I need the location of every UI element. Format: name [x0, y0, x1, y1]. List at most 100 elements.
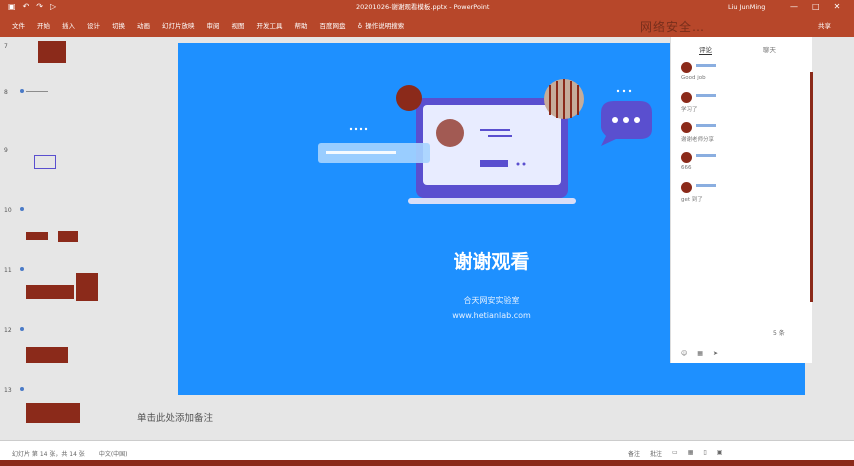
slideshow-view-icon[interactable]: ▣	[717, 449, 723, 458]
slide-number: 9	[4, 147, 8, 154]
thumbnail-preview	[26, 285, 74, 299]
avatar	[681, 92, 692, 103]
screen-text-line	[488, 135, 512, 137]
avatar	[681, 152, 692, 163]
chat-text: 学习了	[681, 107, 698, 113]
minimize-button[interactable]: —	[790, 2, 798, 12]
tell-me-search[interactable]: ♁ 操作说明搜索	[352, 21, 411, 31]
save-icon[interactable]: ▣	[8, 2, 16, 12]
tab-view[interactable]: 视图	[226, 21, 251, 31]
undo-icon[interactable]: ↶	[23, 2, 30, 12]
chat-text: Good job	[681, 75, 706, 81]
laptop-base	[408, 198, 576, 204]
slide-thumbnail[interactable]: 9	[0, 141, 112, 187]
thumbnail-preview	[38, 41, 66, 63]
tab-chat[interactable]: 聊天	[763, 44, 776, 54]
comments-button[interactable]: 批注	[650, 449, 662, 458]
language-indicator[interactable]: 中文(中国)	[99, 449, 128, 458]
document-title: 20201026-谢谢观看模板.pptx - PowerPoint	[356, 3, 490, 11]
tab-transitions[interactable]: 切换	[106, 21, 131, 31]
sorter-view-icon[interactable]: ▦	[688, 449, 694, 458]
chat-text: 666	[681, 165, 692, 171]
emoji-icon[interactable]: ☺	[681, 350, 687, 357]
thumbnail-preview	[26, 347, 68, 363]
tab-slideshow[interactable]: 幻灯片放映	[156, 21, 201, 31]
avatar	[681, 122, 692, 133]
chat-count: 5 条	[773, 330, 785, 337]
window-controls: — □ ✕	[790, 2, 840, 12]
close-button[interactable]: ✕	[834, 2, 841, 12]
animation-star-icon	[20, 327, 24, 331]
tab-home[interactable]: 开始	[31, 21, 56, 31]
avatar	[681, 62, 692, 73]
animation-star-icon	[20, 387, 24, 391]
slide-number: 7	[4, 43, 8, 50]
tab-animations[interactable]: 动画	[131, 21, 156, 31]
chat-username	[696, 154, 716, 157]
chat-scrollbar[interactable]	[810, 72, 813, 302]
chat-bubble-icon	[601, 101, 652, 146]
screen-dot	[522, 162, 526, 166]
slide-number: 8	[4, 89, 8, 96]
share-button[interactable]: 共享	[818, 21, 831, 31]
animation-star-icon	[20, 207, 24, 211]
chat-username	[696, 94, 716, 97]
thumbnail-preview	[34, 155, 56, 169]
ribbon: 文件 开始 插入 设计 切换 动画 幻灯片放映 审阅 视图 开发工具 帮助 百度…	[0, 15, 854, 37]
tab-review[interactable]: 审阅	[201, 21, 226, 31]
notes-placeholder[interactable]: 单击此处添加备注	[137, 410, 213, 424]
account-name[interactable]: Liu JunMing	[728, 2, 765, 12]
slide-thumbnail[interactable]: 11	[0, 261, 112, 307]
bottom-strip	[0, 460, 854, 466]
chat-toolbar: ☺ ▦ ➤	[681, 350, 718, 357]
tab-baidu[interactable]: 百度网盘	[314, 21, 352, 31]
tab-comments[interactable]: 评论	[699, 44, 712, 55]
reading-view-icon[interactable]: ▯	[703, 449, 706, 458]
slide-number: 10	[4, 207, 12, 214]
chat-username	[696, 124, 716, 127]
slide-thumbnail-pane[interactable]: 7 8 9 10 11 12 13	[0, 37, 112, 440]
present-icon[interactable]: ▷	[50, 2, 56, 12]
animation-star-icon	[20, 89, 24, 93]
title-bar: ▣ ↶ ↷ ▷ 20201026-谢谢观看模板.pptx - PowerPoin…	[0, 0, 854, 15]
tell-me-label: 操作说明搜索	[365, 22, 405, 30]
chat-text: 谢谢老师分享	[681, 137, 715, 143]
watermark: 网络安全…	[640, 20, 706, 34]
thumbnail-preview	[26, 232, 48, 240]
tab-help[interactable]: 帮助	[289, 21, 314, 31]
slide-counter: 幻灯片 第 14 张，共 14 张	[12, 451, 85, 458]
slide-thumbnail[interactable]: 7	[0, 37, 112, 83]
status-right: 备注 批注 ▭ ▦ ▯ ▣	[628, 449, 722, 458]
send-icon[interactable]: ➤	[713, 350, 718, 357]
chat-text: get 到了	[681, 197, 703, 203]
tab-developer[interactable]: 开发工具	[251, 21, 289, 31]
thumbnail-preview	[76, 273, 98, 301]
chat-username	[696, 184, 716, 187]
slide-thumbnail[interactable]: 10	[0, 201, 112, 247]
maximize-button[interactable]: □	[812, 2, 820, 12]
decor-ball	[396, 85, 422, 111]
tab-insert[interactable]: 插入	[56, 21, 81, 31]
screen-text-line	[480, 129, 510, 131]
notes-button[interactable]: 备注	[628, 449, 640, 458]
animation-star-icon	[20, 267, 24, 271]
ribbon-tabs: 文件 开始 插入 设计 切换 动画 幻灯片放映 审阅 视图 开发工具 帮助 百度…	[6, 21, 410, 31]
redo-icon[interactable]: ↷	[36, 2, 43, 12]
screen-button	[480, 160, 508, 167]
tab-file[interactable]: 文件	[6, 21, 31, 31]
image-icon[interactable]: ▦	[697, 350, 703, 357]
normal-view-icon[interactable]: ▭	[672, 449, 678, 458]
slide-thumbnail[interactable]: 8	[0, 83, 112, 129]
slide-number: 11	[4, 267, 12, 274]
slide-number: 13	[4, 387, 12, 394]
slide-thumbnail[interactable]: 13	[0, 381, 112, 427]
quick-access-toolbar: ▣ ↶ ↷ ▷	[8, 2, 56, 12]
thumbnail-preview	[26, 91, 48, 92]
thumbnail-preview	[26, 403, 80, 423]
status-left: 幻灯片 第 14 张，共 14 张 中文(中国)	[12, 449, 128, 458]
slide-thumbnail[interactable]: 12	[0, 321, 112, 367]
tab-design[interactable]: 设计	[81, 21, 106, 31]
slide-number: 12	[4, 327, 12, 334]
chat-panel: 评论 聊天 Good job 学习了 谢谢老师分享 666 get 到了 5 条…	[670, 37, 813, 363]
chat-username	[696, 64, 716, 67]
